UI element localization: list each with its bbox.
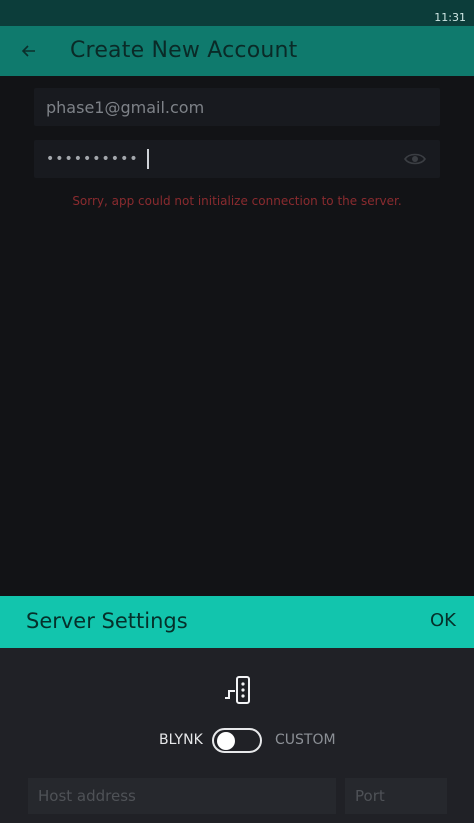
status-bar: 11:31 <box>0 0 474 26</box>
host-address-input[interactable] <box>28 778 336 814</box>
app-bar: Create New Account <box>0 26 474 76</box>
port-input[interactable] <box>345 778 447 814</box>
password-input[interactable] <box>46 140 386 178</box>
email-field[interactable] <box>34 88 440 126</box>
server-settings-panel: BLYNK CUSTOM <box>0 648 474 823</box>
custom-label[interactable]: CUSTOM <box>275 732 336 748</box>
email-input[interactable] <box>46 88 386 126</box>
error-message: Sorry, app could not initialize connecti… <box>72 194 402 208</box>
eye-icon[interactable] <box>404 150 426 168</box>
server-icon <box>224 676 252 706</box>
ok-button[interactable]: OK <box>430 610 456 631</box>
switch-knob <box>217 732 235 750</box>
status-time: 11:31 <box>434 11 466 24</box>
blynk-label[interactable]: BLYNK <box>159 732 203 748</box>
password-field[interactable] <box>34 140 440 178</box>
page-title: Create New Account <box>70 38 298 63</box>
server-settings-title: Server Settings <box>26 609 188 633</box>
server-toggle-row: BLYNK CUSTOM <box>0 728 474 754</box>
text-cursor <box>147 149 149 169</box>
arrow-back-icon[interactable] <box>18 40 40 62</box>
server-type-switch[interactable] <box>212 728 262 753</box>
server-settings-header: Server Settings OK <box>0 596 474 648</box>
